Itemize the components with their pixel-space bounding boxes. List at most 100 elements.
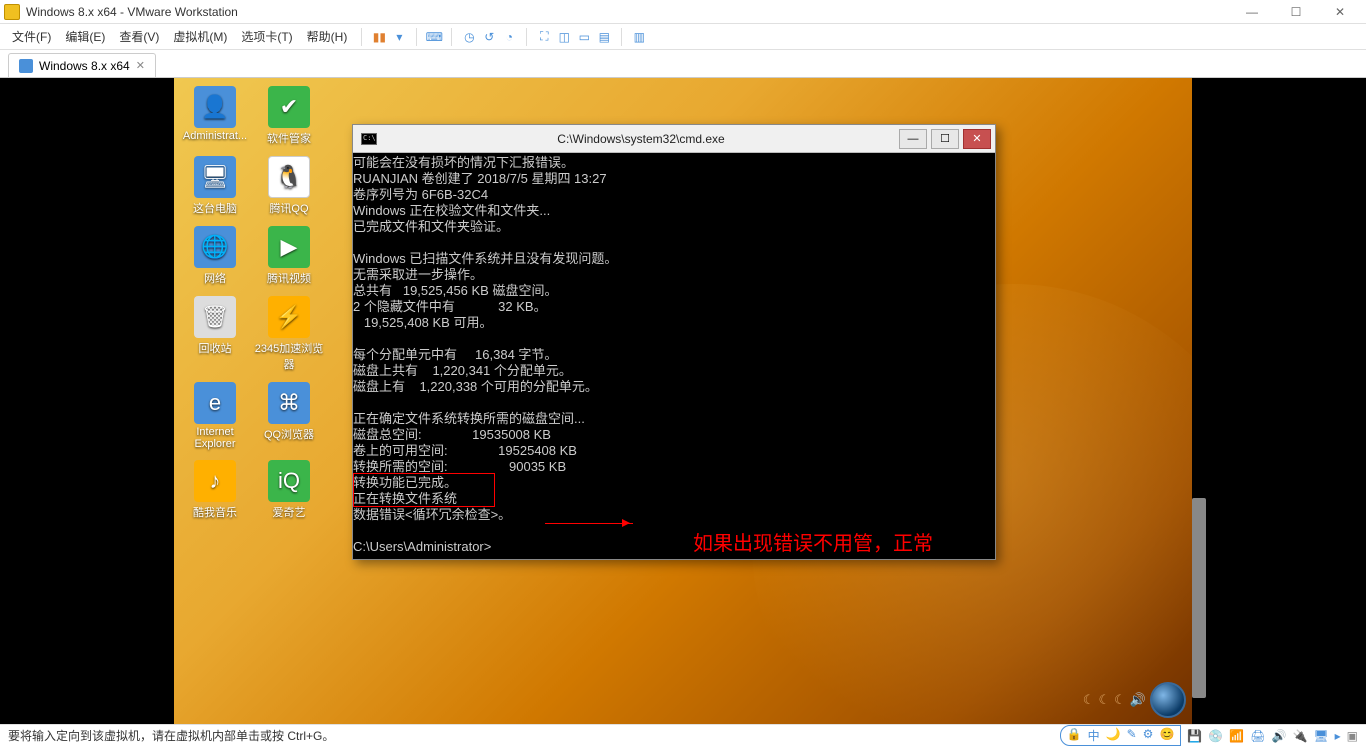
ime-moon-icon[interactable]: 🌙 <box>1106 727 1121 744</box>
desktop-icon[interactable]: 🗑回收站 <box>179 296 251 356</box>
desktop-icon-image: 🖥 <box>194 156 236 198</box>
annotation-arrow <box>545 523 633 524</box>
vmware-window-title: Windows 8.x x64 - VMware Workstation <box>26 5 1230 19</box>
pause-icon[interactable]: ▮▮ <box>370 28 388 46</box>
desktop-icon-label: QQ浏览器 <box>253 426 325 442</box>
highlight-box <box>353 473 495 507</box>
ime-lock-icon: 🔒 <box>1067 727 1082 744</box>
desktop-icon-image: ▶ <box>268 226 310 268</box>
assistant-orb-icon[interactable] <box>1150 682 1186 718</box>
desktop-icon-image: ✔ <box>268 86 310 128</box>
desktop-icon-label: Internet Explorer <box>179 426 251 450</box>
maximize-button[interactable]: ☐ <box>1274 0 1318 24</box>
desktop-icon-label: 网络 <box>179 270 251 286</box>
cmd-window[interactable]: C:\Windows\system32\cmd.exe — ☐ ✕ 可能会在没有… <box>352 124 996 560</box>
desktop-icon[interactable]: iQ 爱奇艺 <box>253 460 325 520</box>
moon-icon: ☾ <box>1114 692 1126 708</box>
device-usb-icon[interactable]: 🔌 <box>1292 729 1307 743</box>
desktop-icon-label: 回收站 <box>179 340 251 356</box>
cmd-close-button[interactable]: ✕ <box>963 129 991 149</box>
cmd-titlebar[interactable]: C:\Windows\system32\cmd.exe — ☐ ✕ <box>353 125 995 153</box>
snapshot-take-icon[interactable]: ◷ <box>460 28 478 46</box>
desktop-icon-image: 👤 <box>194 86 236 128</box>
ime-lang[interactable]: 中 <box>1088 727 1100 744</box>
vm-blackbar-right <box>1192 78 1366 724</box>
close-button[interactable]: ✕ <box>1318 0 1362 24</box>
vm-tab-icon <box>19 59 33 73</box>
desktop-icon-label: 酷我音乐 <box>179 504 251 520</box>
ime-face-icon[interactable]: 😊 <box>1159 727 1174 744</box>
library-icon[interactable]: ▥ <box>630 28 648 46</box>
device-display-icon[interactable]: 🖥 <box>1313 729 1328 743</box>
desktop-icon-label: 爱奇艺 <box>253 504 325 520</box>
snapshot-revert-icon[interactable]: ↺ <box>480 28 498 46</box>
cmd-title: C:\Windows\system32\cmd.exe <box>385 132 897 146</box>
tab-windows8[interactable]: Windows 8.x x64 ✕ <box>8 53 156 77</box>
device-printer-icon[interactable]: 🖨 <box>1250 729 1265 743</box>
desktop-icon-label: 腾讯视频 <box>253 270 325 286</box>
desktop-icon-label: 2345加速浏览器 <box>253 340 325 372</box>
device-cd-icon[interactable]: 💿 <box>1208 729 1223 743</box>
desktop-icon-image: 🌐 <box>194 226 236 268</box>
menu-edit[interactable]: 编辑(E) <box>59 26 111 47</box>
menu-file[interactable]: 文件(F) <box>6 26 57 47</box>
desktop-icon[interactable]: ▶ 腾讯视频 <box>253 226 325 286</box>
minimize-button[interactable]: — <box>1230 0 1274 24</box>
desktop-icon-image: 🐧 <box>268 156 310 198</box>
send-keys-icon[interactable]: ⌨ <box>425 28 443 46</box>
vmware-titlebar: Windows 8.x x64 - VMware Workstation — ☐… <box>0 0 1366 24</box>
vmware-app-icon <box>4 4 20 20</box>
menu-tabs[interactable]: 选项卡(T) <box>235 26 298 47</box>
vmware-tabstrip: Windows 8.x x64 ✕ <box>0 50 1366 78</box>
tab-close-icon[interactable]: ✕ <box>136 59 145 72</box>
thumbnail-icon[interactable]: ▤ <box>595 28 613 46</box>
device-more-icon[interactable]: ▸ <box>1335 729 1341 743</box>
menu-vm[interactable]: 虚拟机(M) <box>167 26 233 47</box>
cmd-icon <box>361 133 377 145</box>
device-net-icon[interactable]: 📶 <box>1229 729 1244 743</box>
desktop-icon[interactable]: 👤 Administrat... <box>179 86 251 142</box>
desktop-icon-image: ⌘ <box>268 382 310 424</box>
moon-icon: ☾ <box>1083 692 1095 708</box>
desktop-icon[interactable]: 🖥 这台电脑 <box>179 156 251 216</box>
cmd-minimize-button[interactable]: — <box>899 129 927 149</box>
vmware-menubar: 文件(F) 编辑(E) 查看(V) 虚拟机(M) 选项卡(T) 帮助(H) ▮▮… <box>0 24 1366 50</box>
moon-icon: ☾ <box>1099 692 1111 708</box>
menu-help[interactable]: 帮助(H) <box>301 26 354 47</box>
cmd-maximize-button[interactable]: ☐ <box>931 129 959 149</box>
vmware-logo-icon: ▣ <box>1347 729 1358 743</box>
desktop-icon-image: ♪ <box>194 460 236 502</box>
console-view-icon[interactable]: ▭ <box>575 28 593 46</box>
desktop-icon-image: ⚡ <box>268 296 310 338</box>
desktop-icon-label: 这台电脑 <box>179 200 251 216</box>
desktop-icon[interactable]: 🐧腾讯QQ <box>253 156 325 216</box>
status-hint: 要将输入定向到该虚拟机，请在虚拟机内部单击或按 Ctrl+G。 <box>8 727 334 744</box>
ime-gear-icon[interactable]: ⚙ <box>1143 727 1154 744</box>
menu-view[interactable]: 查看(V) <box>113 26 165 47</box>
vm-display-outer[interactable]: 👤 Administrat...✔软件管家 🖥 这台电脑🐧腾讯QQ 🌐 网络 ▶ 腾讯视频🗑回… <box>0 78 1366 724</box>
desktop-icon-image: iQ <box>268 460 310 502</box>
desktop-icon[interactable]: ⌘ QQ浏览器 <box>253 382 325 442</box>
vmware-statusbar: 要将输入定向到该虚拟机，请在虚拟机内部单击或按 Ctrl+G。 🔒 中 🌙 ✎ … <box>0 724 1366 746</box>
desktop-icon-image: e <box>194 382 236 424</box>
guest-scrollbar-thumb[interactable] <box>1192 498 1206 698</box>
device-sound-icon[interactable]: 🔊 <box>1271 729 1286 743</box>
power-dropdown-icon[interactable]: ▾ <box>390 28 408 46</box>
device-disk-icon[interactable]: 💾 <box>1187 729 1202 743</box>
desktop-icon-label: Administrat... <box>179 130 251 142</box>
ime-pen-icon[interactable]: ✎ <box>1127 727 1137 744</box>
unity-icon[interactable]: ◫ <box>555 28 573 46</box>
desktop-icon[interactable]: ♪ 酷我音乐 <box>179 460 251 520</box>
desktop-icon[interactable]: eInternet Explorer <box>179 382 251 450</box>
fullscreen-icon[interactable]: ⛶ <box>535 28 553 46</box>
sound-icon: 🔊 <box>1130 692 1146 708</box>
tab-label: Windows 8.x x64 <box>39 59 130 73</box>
desktop-icon[interactable]: ⚡2345加速浏览器 <box>253 296 325 372</box>
desktop-tray: ☾ ☾ ☾ 🔊 <box>1083 682 1186 718</box>
desktop-icon[interactable]: 🌐 网络 <box>179 226 251 286</box>
snapshot-manage-icon[interactable]: ◔ <box>500 28 518 46</box>
desktop-icons-area: 👤 Administrat...✔软件管家 🖥 这台电脑🐧腾讯QQ 🌐 网络 ▶ 腾讯视频🗑回… <box>178 84 338 528</box>
desktop-icon[interactable]: ✔软件管家 <box>253 86 325 146</box>
guest-desktop[interactable]: 👤 Administrat...✔软件管家 🖥 这台电脑🐧腾讯QQ 🌐 网络 ▶ 腾讯视频🗑回… <box>174 78 1192 724</box>
ime-pill[interactable]: 🔒 中 🌙 ✎ ⚙ 😊 <box>1060 725 1182 746</box>
